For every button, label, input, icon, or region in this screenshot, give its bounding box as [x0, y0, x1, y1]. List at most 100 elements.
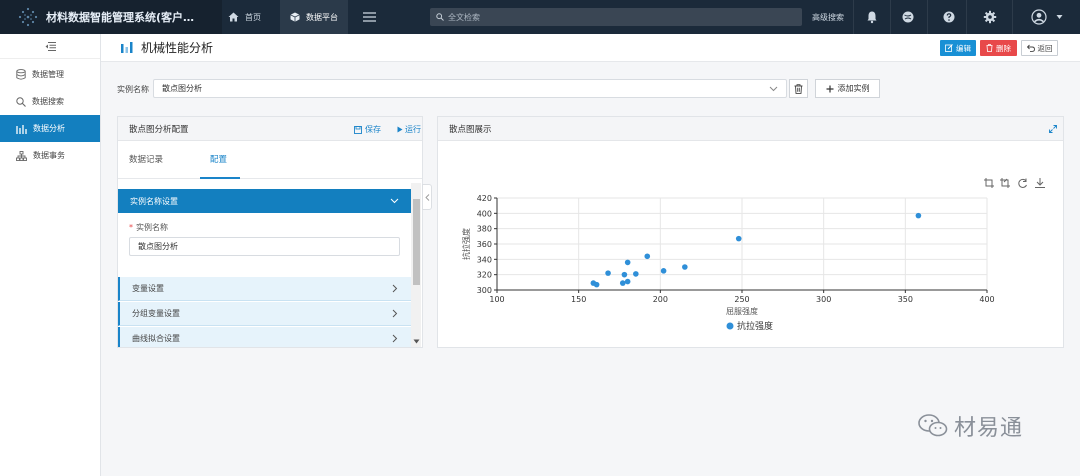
scatter-point[interactable] — [593, 281, 600, 288]
advanced-search-link[interactable]: 高级搜索 — [812, 12, 844, 23]
scatter-point[interactable] — [624, 259, 631, 266]
scroll-down-icon[interactable] — [413, 339, 420, 344]
cube-icon — [290, 12, 300, 22]
instance-name-field-value: 散点图分析 — [138, 242, 178, 251]
scatter-point[interactable] — [621, 271, 628, 278]
x-tick-label: 300 — [816, 295, 831, 304]
y-tick-label: 400 — [477, 209, 492, 218]
x-axis-label: 屈服强度 — [726, 306, 758, 316]
bell-icon[interactable] — [865, 10, 879, 24]
chart-panel-title: 散点图展示 — [449, 124, 492, 135]
divider — [853, 0, 854, 34]
scatter-point[interactable] — [605, 270, 611, 276]
nav-platform-label: 数据平台 — [306, 12, 338, 22]
panel-collapse-handle[interactable] — [422, 184, 432, 210]
download-icon[interactable] — [1035, 178, 1045, 188]
save-button[interactable]: 保存 — [354, 124, 381, 135]
divider — [1012, 0, 1013, 34]
search-input[interactable] — [448, 12, 778, 22]
section-instance-name-settings[interactable]: 实例名称设置 — [118, 189, 411, 213]
sidebar-item-label: 数据搜索 — [32, 97, 64, 106]
search-icon — [16, 96, 26, 107]
divider — [966, 0, 967, 34]
play-icon — [397, 126, 403, 133]
expand-icon[interactable] — [1049, 125, 1057, 133]
instance-select-value: 散点图分析 — [162, 84, 202, 93]
y-tick-label: 340 — [477, 255, 492, 264]
menu-toggle[interactable] — [360, 0, 384, 34]
zoom-reset-icon[interactable] — [1000, 178, 1010, 188]
chevron-down-icon — [769, 86, 778, 92]
help-icon[interactable] — [942, 10, 956, 24]
chevron-right-icon — [392, 334, 398, 343]
refresh-icon[interactable] — [1018, 178, 1027, 188]
instance-select[interactable]: 散点图分析 — [153, 79, 787, 98]
logo-icon — [18, 7, 38, 27]
x-tick-label: 150 — [571, 295, 586, 304]
save-icon — [354, 125, 362, 134]
home-icon — [228, 12, 239, 22]
sidebar: 数据管理 数据搜索 数据分析 数据事务 — [0, 34, 101, 476]
indent-icon — [45, 41, 56, 51]
scatter-point[interactable] — [619, 280, 626, 286]
sidebar-item-data-affairs[interactable]: 数据事务 — [0, 142, 100, 169]
y-tick-label: 380 — [477, 225, 492, 234]
watermark-text: 材易通 — [954, 416, 1024, 441]
y-tick-label: 420 — [477, 194, 492, 203]
top-bar: 材料数据智能管理系统(客户… 首页 数据平台 高级搜索 — [0, 0, 1080, 34]
save-label: 保存 — [365, 125, 381, 134]
scatter-point[interactable] — [644, 253, 651, 260]
config-panel-header: 散点图分析配置 保存 运行 — [118, 117, 422, 141]
scatter-point[interactable] — [624, 278, 631, 285]
section-variable-settings[interactable]: 变量设置 — [118, 277, 411, 301]
section-curve-fitting-settings[interactable]: 曲线拟合设置 — [118, 327, 411, 347]
tab-data-records[interactable]: 数据记录 — [129, 153, 163, 165]
x-tick-label: 350 — [898, 295, 913, 304]
legend-marker[interactable] — [726, 322, 734, 330]
nav-data-platform[interactable]: 数据平台 — [280, 0, 348, 34]
database-icon — [16, 69, 26, 80]
brand[interactable]: 材料数据智能管理系统(客户… — [0, 0, 222, 34]
scrollbar-thumb[interactable] — [413, 199, 420, 285]
add-instance-button[interactable]: 添加实例 — [815, 79, 880, 98]
sidebar-item-data-analysis[interactable]: 数据分析 — [0, 115, 100, 142]
tab-config[interactable]: 配置 — [210, 153, 227, 165]
sidebar-item-data-management[interactable]: 数据管理 — [0, 61, 100, 88]
delete-instance-button[interactable] — [789, 79, 808, 98]
page-title: 机械性能分析 — [141, 41, 214, 55]
scatter-point[interactable] — [660, 268, 667, 274]
back-button[interactable]: 返回 — [1021, 40, 1058, 56]
user-avatar-icon[interactable] — [1031, 9, 1047, 25]
sidebar-item-data-search[interactable]: 数据搜索 — [0, 88, 100, 115]
instance-name-field[interactable]: 散点图分析 — [129, 237, 400, 256]
divider — [927, 0, 928, 34]
gear-icon[interactable] — [983, 10, 997, 24]
scatter-point[interactable] — [915, 212, 922, 219]
chevron-down-icon — [390, 198, 399, 204]
sidebar-item-label: 数据事务 — [33, 151, 65, 160]
instance-name-field-label: * 实例名称 — [129, 223, 168, 232]
sidebar-collapse-button[interactable] — [0, 34, 100, 59]
run-button[interactable]: 运行 — [397, 124, 421, 135]
config-tabs: 数据记录 配置 — [118, 141, 422, 179]
scatter-point[interactable] — [735, 235, 742, 242]
wechat-icon — [918, 414, 948, 437]
nav-home[interactable]: 首页 — [228, 0, 276, 34]
y-axis-label: 抗拉强度 — [461, 228, 471, 260]
config-panel: 散点图分析配置 保存 运行 数据记录 配置 实例名称设置 * 实例名称 散点图分析… — [117, 116, 423, 348]
field-label-text: 实例名称 — [136, 223, 168, 232]
scatter-point[interactable] — [682, 264, 688, 270]
caret-down-icon[interactable] — [1056, 14, 1063, 20]
chart-panel-header: 散点图展示 — [438, 117, 1063, 141]
globe-icon[interactable] — [901, 10, 915, 24]
scatter-point[interactable] — [633, 271, 639, 277]
y-tick-label: 320 — [477, 271, 492, 280]
global-search[interactable] — [430, 8, 802, 26]
section-group-variable-settings[interactable]: 分组变量设置 — [118, 302, 411, 326]
section-title: 变量设置 — [132, 284, 164, 293]
chevron-right-icon — [392, 309, 398, 318]
legend-label[interactable]: 抗拉强度 — [737, 320, 773, 332]
zoom-select-icon[interactable] — [984, 178, 994, 188]
edit-button[interactable]: 编辑 — [940, 40, 976, 56]
delete-button[interactable]: 删除 — [980, 40, 1017, 56]
